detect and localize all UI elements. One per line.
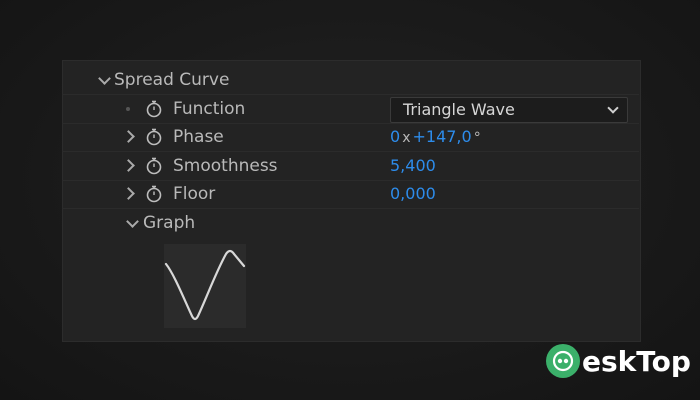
spread-curve-label: Spread Curve (114, 70, 230, 90)
spread-curve-row[interactable]: Spread Curve (62, 66, 639, 95)
phase-value[interactable]: 0 x +147,0 ° (390, 123, 483, 152)
phase-degree-symbol: ° (473, 130, 481, 146)
chevron-right-icon[interactable] (122, 187, 135, 200)
phase-revolutions[interactable]: 0 (390, 127, 400, 146)
function-dropdown[interactable]: Triangle Wave (390, 97, 628, 123)
logo-icon (546, 344, 580, 378)
smoothness-row: Smoothness 5,400 (62, 152, 639, 181)
phase-row: Phase 0 x +147,0 ° (62, 123, 639, 152)
bullet-icon (126, 107, 130, 111)
floor-label: Floor (173, 184, 216, 204)
phase-x-symbol: x (402, 130, 411, 146)
stopwatch-icon[interactable] (146, 100, 162, 118)
watermark-text: eskTop (582, 345, 691, 378)
smoothness-value[interactable]: 5,400 (390, 152, 436, 180)
triangle-wave-curve (164, 249, 246, 321)
chevron-down-icon (607, 102, 619, 114)
function-selected-value: Triangle Wave (403, 100, 515, 119)
chevron-down-icon[interactable] (98, 72, 111, 85)
floor-value[interactable]: 0,000 (390, 180, 436, 208)
function-label: Function (173, 99, 246, 119)
smoothness-label: Smoothness (173, 156, 278, 176)
stopwatch-icon[interactable] (146, 157, 162, 175)
chevron-right-icon[interactable] (122, 159, 135, 172)
graph-preview (164, 244, 246, 328)
chevron-down-icon[interactable] (126, 215, 139, 228)
phase-degrees[interactable]: +147,0 (412, 127, 471, 146)
floor-row: Floor 0,000 (62, 180, 639, 209)
stopwatch-icon[interactable] (146, 185, 162, 203)
graph-label: Graph (143, 213, 196, 233)
graph-row[interactable]: Graph (62, 209, 639, 237)
stopwatch-icon[interactable] (146, 128, 162, 146)
phase-label: Phase (173, 127, 224, 147)
chevron-right-icon[interactable] (122, 130, 135, 143)
